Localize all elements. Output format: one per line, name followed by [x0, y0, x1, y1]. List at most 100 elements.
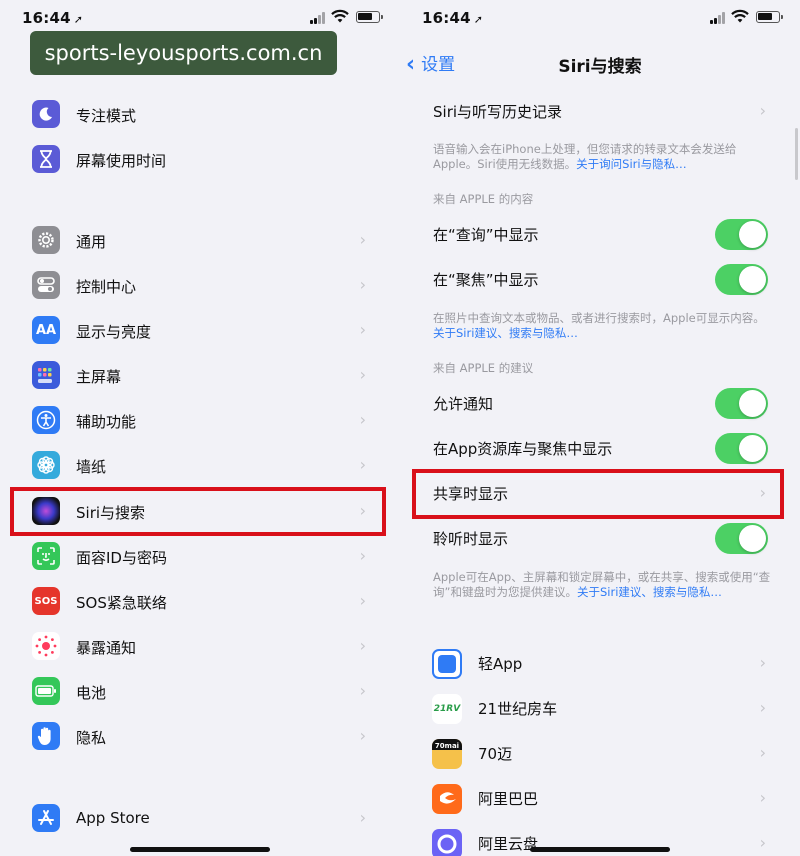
- alibaba-icon: [432, 784, 462, 814]
- face-id-icon: [32, 542, 60, 570]
- chevron-right-icon: ›: [759, 101, 766, 120]
- settings-item-label: 控制中心: [76, 278, 137, 296]
- aliyun-drive-icon: [432, 829, 462, 856]
- page-title: Siri与搜索: [558, 57, 642, 77]
- chevron-right-icon: ›: [359, 275, 366, 294]
- suggestions-note: Apple可在App、主屏幕和锁定屏幕中，或在共享、搜索或使用“查询”和键盘时为…: [433, 570, 771, 599]
- chevron-right-icon: ›: [359, 726, 366, 745]
- show-when-listening-toggle[interactable]: [715, 523, 768, 554]
- show-in-spotlight-row: 在“聚焦”中显示: [400, 257, 800, 302]
- section-header-suggestions: 来自 APPLE 的建议: [433, 361, 534, 375]
- siri-suggestions-privacy-link[interactable]: 关于Siri建议、搜索与隐私…: [577, 585, 722, 599]
- row-label: 在“查询”中显示: [433, 226, 539, 244]
- show-in-lookup-row: 在“查询”中显示: [400, 212, 800, 257]
- chevron-right-icon: ›: [359, 410, 366, 429]
- settings-item-focus[interactable]: 专注模式: [0, 92, 400, 137]
- show-in-spotlight-toggle[interactable]: [715, 264, 768, 295]
- qing-app-icon: [432, 649, 462, 679]
- settings-item-label: 墙纸: [76, 458, 107, 476]
- home-indicator[interactable]: [130, 847, 270, 852]
- hourglass-icon: [32, 145, 60, 173]
- settings-item-exposure[interactable]: 暴露通知 ›: [0, 624, 400, 669]
- settings-item-privacy[interactable]: 隐私 ›: [0, 714, 400, 759]
- row-label: 在“聚焦”中显示: [433, 271, 539, 289]
- content-note: 在照片中查询文本或物品、或者进行搜索时，Apple可显示内容。关于Siri建议、…: [433, 311, 765, 340]
- chevron-right-icon: ›: [759, 788, 766, 807]
- highlight-sharing-row: [412, 469, 784, 519]
- status-time: 16:44 ➚: [22, 9, 84, 27]
- status-bar: 16:44 ➚: [400, 0, 800, 36]
- cellular-signal-icon: [710, 12, 725, 24]
- settings-item-display[interactable]: AA 显示与亮度 ›: [0, 308, 400, 353]
- settings-item-app-store[interactable]: App Store ›: [0, 796, 400, 841]
- siri-history-row[interactable]: Siri与听写历史记录 ›: [400, 89, 800, 134]
- settings-item-control-center[interactable]: 控制中心 ›: [0, 263, 400, 308]
- home-indicator[interactable]: [530, 847, 670, 852]
- row-label: 允许通知: [433, 395, 494, 413]
- settings-item-general[interactable]: 通用 ›: [0, 218, 400, 263]
- settings-item-label: 屏幕使用时间: [76, 152, 167, 170]
- chevron-right-icon: ›: [359, 681, 366, 700]
- app-row-21rv[interactable]: 21RV 21世纪房车 ›: [400, 686, 800, 731]
- watermark-banner: sports-leyousports.com.cn: [30, 31, 337, 75]
- allow-notifications-row: 允许通知: [400, 381, 800, 426]
- allow-notifications-toggle[interactable]: [715, 388, 768, 419]
- settings-item-screen-time[interactable]: 屏幕使用时间: [0, 137, 400, 182]
- rv-21-icon: 21RV: [432, 694, 462, 724]
- settings-item-wallpaper[interactable]: 墙纸 ›: [0, 443, 400, 488]
- wifi-icon: [731, 9, 749, 23]
- settings-item-emergency-sos[interactable]: SOS SOS紧急联络 ›: [0, 579, 400, 624]
- chevron-right-icon: ›: [359, 320, 366, 339]
- siri-suggestions-link[interactable]: 关于Siri建议、搜索与隐私…: [433, 326, 578, 340]
- gear-icon: [32, 226, 60, 254]
- settings-item-battery[interactable]: 电池 ›: [0, 669, 400, 714]
- app-label: 21世纪房车: [478, 700, 558, 718]
- settings-item-label: 电池: [76, 684, 107, 702]
- app-store-icon: [32, 804, 60, 832]
- show-in-lookup-toggle[interactable]: [715, 219, 768, 250]
- app-label: 阿里巴巴: [478, 790, 539, 808]
- settings-item-label: 专注模式: [76, 107, 137, 125]
- settings-item-label: 暴露通知: [76, 639, 137, 657]
- settings-item-accessibility[interactable]: 辅助功能 ›: [0, 398, 400, 443]
- chevron-right-icon: ›: [359, 546, 366, 565]
- settings-item-label: 显示与亮度: [76, 323, 152, 341]
- battery-icon: [32, 677, 60, 705]
- text-size-icon: AA: [32, 316, 60, 344]
- app-label: 阿里云盘: [478, 835, 539, 853]
- 70mai-icon: 70mai: [432, 739, 462, 769]
- settings-item-label: 面容ID与密码: [76, 549, 167, 567]
- settings-item-label: SOS紧急联络: [76, 594, 167, 612]
- privacy-link[interactable]: 关于询问Siri与隐私…: [576, 157, 686, 171]
- show-when-listening-row: 聆听时显示: [400, 516, 800, 561]
- chevron-right-icon: ›: [359, 365, 366, 384]
- settings-item-label: 通用: [76, 233, 107, 251]
- settings-item-label: 主屏幕: [76, 368, 122, 386]
- hand-icon: [32, 722, 60, 750]
- app-row-qing[interactable]: 轻App ›: [400, 641, 800, 686]
- settings-item-face-id[interactable]: 面容ID与密码 ›: [0, 534, 400, 579]
- settings-item-label: 辅助功能: [76, 413, 137, 431]
- cellular-signal-icon: [310, 12, 325, 24]
- show-in-library-toggle[interactable]: [715, 433, 768, 464]
- flower-icon: [32, 451, 60, 479]
- exposure-icon: [32, 632, 60, 660]
- app-row-alibaba[interactable]: 阿里巴巴 ›: [400, 776, 800, 821]
- sos-icon: SOS: [32, 587, 60, 615]
- chevron-right-icon: ›: [759, 743, 766, 762]
- settings-panel: 16:44➚ 设置 专注模式 屏幕使用时间 通用 › 控制中心 › AA: [0, 0, 400, 856]
- location-icon: ➚: [473, 13, 484, 26]
- show-in-library-row: 在App资源库与聚焦中显示: [400, 426, 800, 471]
- app-row-70mai[interactable]: 70mai 70迈 ›: [400, 731, 800, 776]
- chevron-right-icon: ›: [759, 653, 766, 672]
- accessibility-icon: [32, 406, 60, 434]
- scrollbar[interactable]: [795, 128, 798, 180]
- home-grid-icon: [32, 361, 60, 389]
- chevron-right-icon: ›: [359, 591, 366, 610]
- row-label: 聆听时显示: [433, 530, 509, 548]
- app-label: 轻App: [478, 655, 523, 673]
- app-label: 70迈: [478, 745, 513, 763]
- battery-status-icon: [756, 11, 783, 23]
- settings-item-home-screen[interactable]: 主屏幕 ›: [0, 353, 400, 398]
- chevron-right-icon: ›: [359, 808, 366, 827]
